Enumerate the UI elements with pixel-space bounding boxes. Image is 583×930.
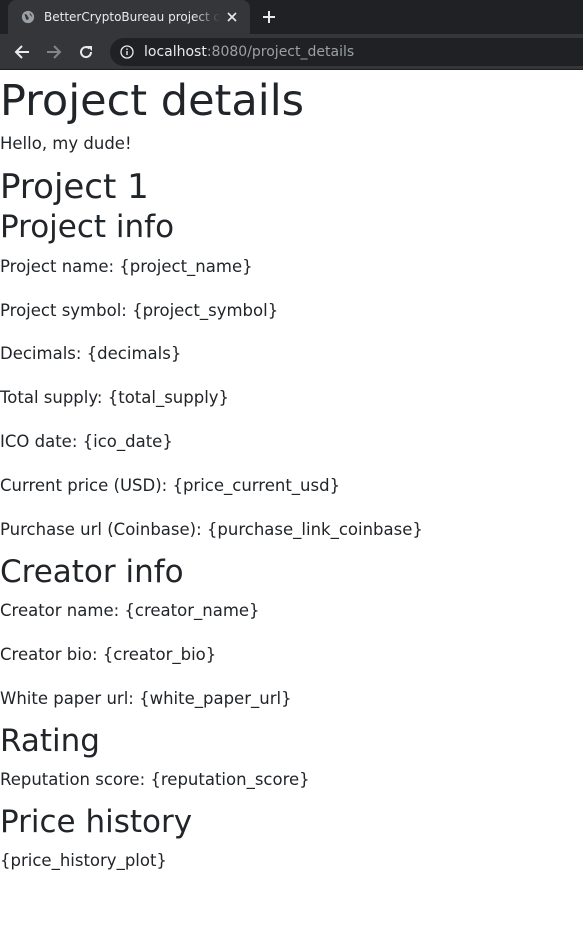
back-arrow-icon[interactable] xyxy=(8,38,36,66)
rating-heading: Rating xyxy=(0,722,100,759)
close-icon[interactable] xyxy=(224,9,240,25)
new-tab-icon[interactable] xyxy=(258,6,280,28)
url-path: :8080/project_details xyxy=(206,43,355,60)
price-history-plot: {price_history_plot} xyxy=(0,851,167,871)
page-content: Project details Hello, my dude! Project … xyxy=(0,70,583,873)
browser-tab-strip: BetterCryptoBureau project details xyxy=(0,0,583,34)
creator-name-field: Creator name: {creator_name} xyxy=(0,601,260,621)
decimals-field: Decimals: {decimals} xyxy=(0,344,182,364)
price-history-heading: Price history xyxy=(0,804,193,841)
current-price-field: Current price (USD): {price_current_usd} xyxy=(0,476,341,496)
creator-info-heading: Creator info xyxy=(0,554,184,591)
browser-tab[interactable]: BetterCryptoBureau project details xyxy=(8,0,250,34)
ico-date-field: ICO date: {ico_date} xyxy=(0,432,173,452)
address-bar[interactable]: localhost:8080/project_details xyxy=(110,37,583,66)
url-host: localhost xyxy=(144,43,207,60)
project-symbol-field: Project symbol: {project_symbol} xyxy=(0,300,279,320)
globe-icon xyxy=(20,9,36,25)
greeting-text: Hello, my dude! xyxy=(0,133,132,153)
tab-title: BetterCryptoBureau project details xyxy=(44,10,220,24)
purchase-url-field: Purchase url (Coinbase): {purchase_link_… xyxy=(0,520,423,540)
reload-icon[interactable] xyxy=(72,38,100,66)
forward-arrow-icon[interactable] xyxy=(40,38,68,66)
info-icon[interactable] xyxy=(120,44,136,60)
project-info-heading: Project info xyxy=(0,209,175,246)
browser-toolbar: localhost:8080/project_details xyxy=(0,34,583,70)
creator-bio-field: Creator bio: {creator_bio} xyxy=(0,645,217,665)
project-heading: Project 1 xyxy=(0,166,149,207)
total-supply-field: Total supply: {total_supply} xyxy=(0,388,230,408)
white-paper-url-field: White paper url: {white_paper_url} xyxy=(0,689,292,709)
page-title: Project details xyxy=(0,76,305,126)
project-name-field: Project name: {project_name} xyxy=(0,256,253,276)
reputation-score-field: Reputation score: {reputation_score} xyxy=(0,770,310,790)
